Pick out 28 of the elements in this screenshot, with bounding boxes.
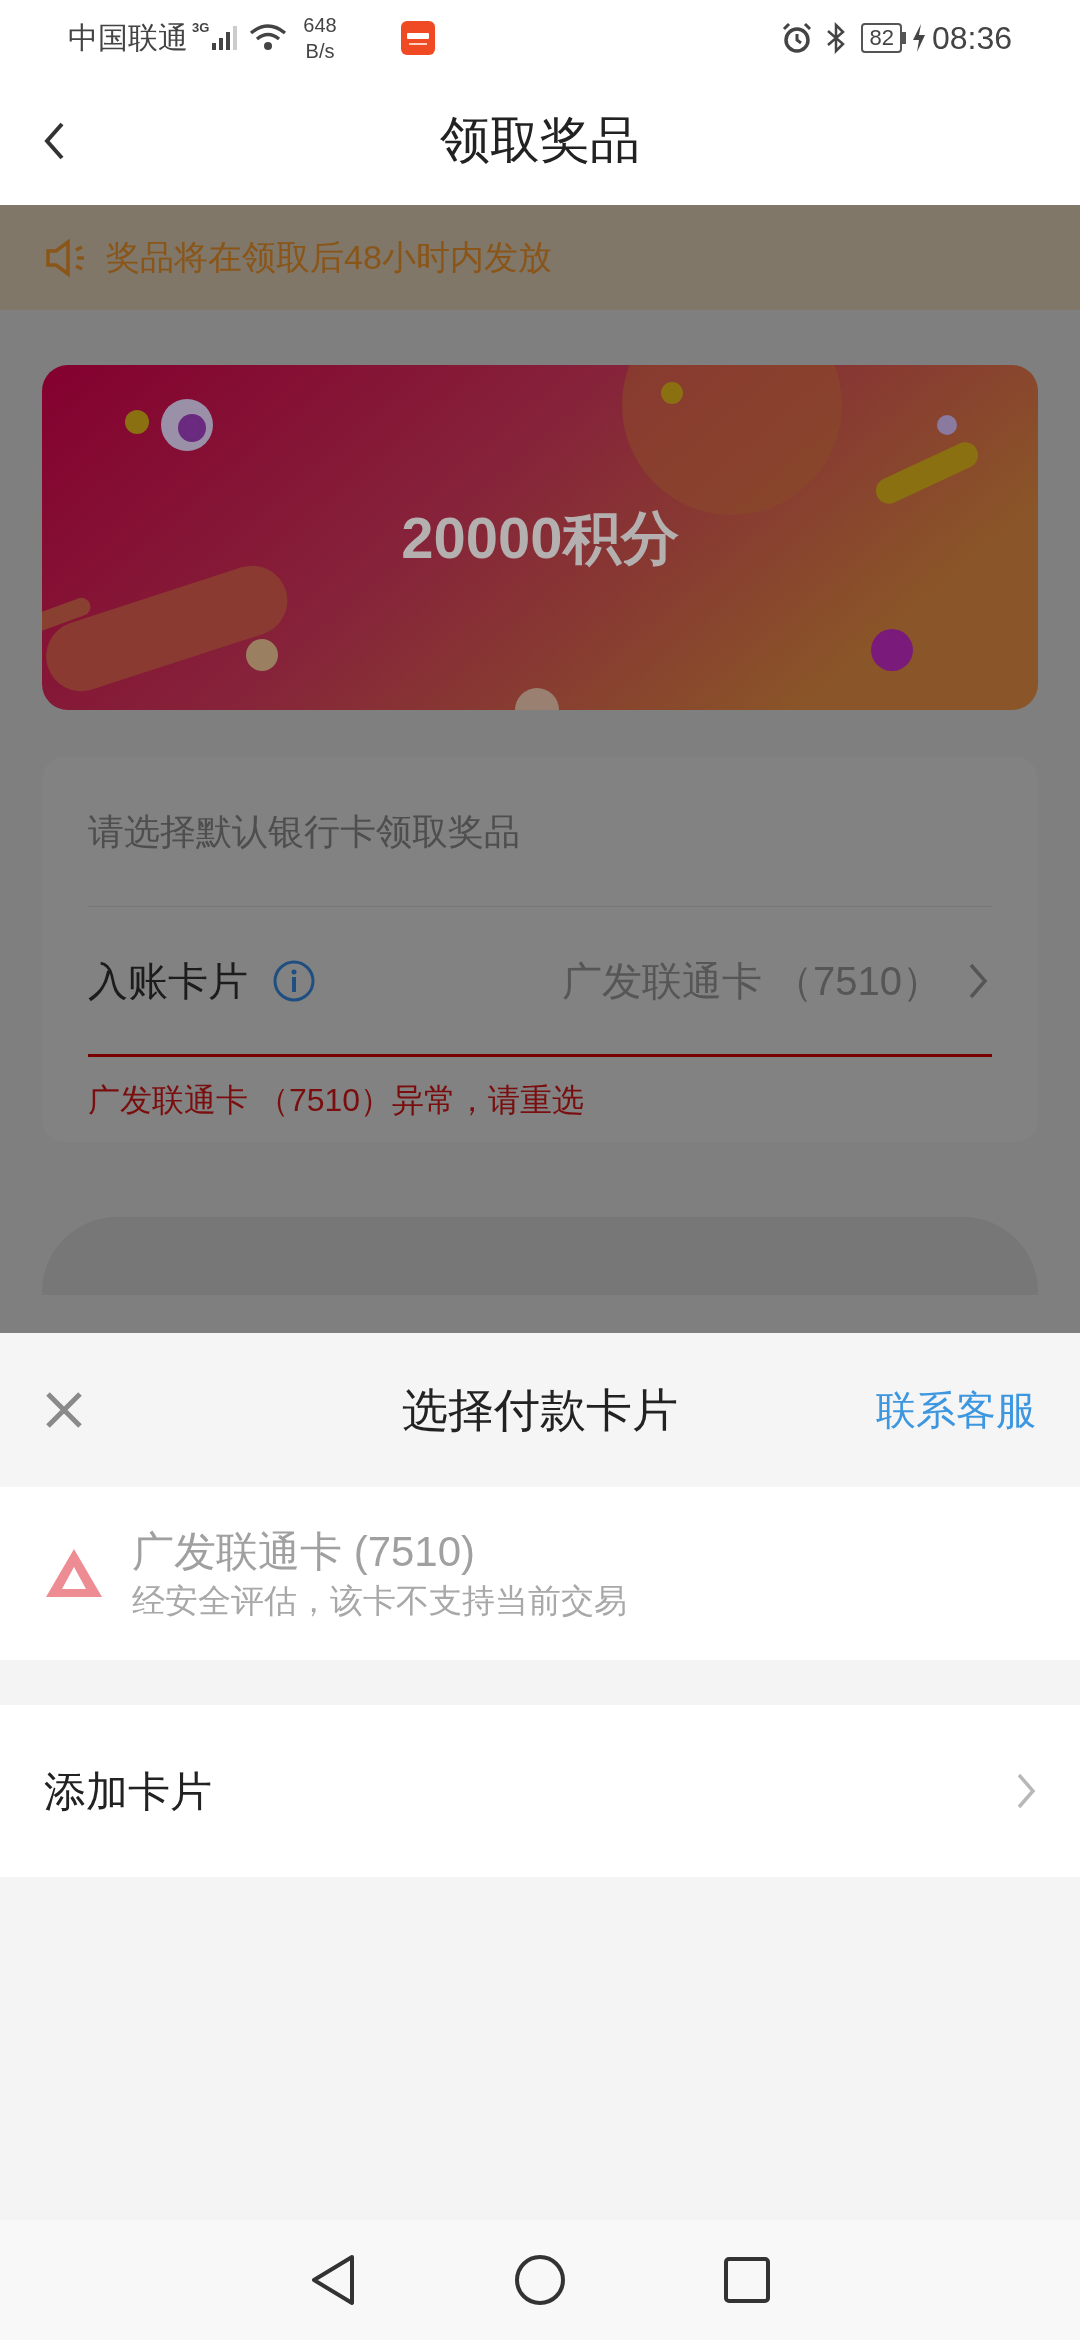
back-icon <box>43 121 65 161</box>
nav-recents-icon[interactable] <box>724 2257 770 2303</box>
charging-icon <box>911 23 926 52</box>
clock-time: 08:36 <box>931 18 1012 58</box>
carrier-name: 中国联通 <box>68 20 188 56</box>
contact-support-link[interactable]: 联系客服 <box>876 1380 1036 1440</box>
chevron-icon <box>968 961 988 1000</box>
page-title: 领取奖品 <box>440 110 640 170</box>
chevron-icon <box>1016 1772 1036 1810</box>
speed-unit: B/s <box>305 38 335 64</box>
add-card-row[interactable]: 添加卡片 <box>0 1705 1080 1877</box>
card-note: 经安全评估，该卡不支持当前交易 <box>132 1580 627 1621</box>
close-icon <box>45 1391 83 1429</box>
network-type: 3G <box>192 19 210 37</box>
nav-back-icon[interactable] <box>310 2254 356 2306</box>
app-notification-icon <box>400 20 435 55</box>
wifi-icon <box>249 22 288 53</box>
alarm-icon <box>781 21 814 54</box>
sheet-title: 选择付款卡片 <box>402 1382 678 1438</box>
close-button[interactable] <box>44 1390 84 1430</box>
card-name: 广发联通卡 (7510) <box>132 1526 477 1577</box>
info-icon <box>272 958 316 1003</box>
notice-text: 奖品将在领取后48小时内发放 <box>106 237 552 278</box>
error-message: 广发联通卡 （7510）异常，请重选 <box>88 1080 585 1120</box>
points-amount: 20000积分 <box>401 504 679 572</box>
signal-icon <box>211 24 238 51</box>
nav-home-icon[interactable] <box>514 2254 566 2306</box>
speed-value: 648 <box>303 12 337 38</box>
